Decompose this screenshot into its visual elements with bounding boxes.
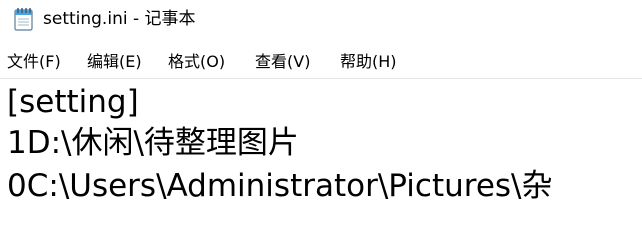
window-title: setting.ini - 记事本 — [43, 9, 196, 29]
editor-line[interactable]: [setting] — [7, 82, 139, 122]
menu-edit[interactable]: 编辑(E) — [87, 51, 142, 73]
menu-bar: 文件(F) 编辑(E) 格式(O) 查看(V) 帮助(H) — [0, 48, 642, 76]
notepad-icon — [13, 7, 35, 31]
menu-help[interactable]: 帮助(H) — [340, 51, 397, 73]
text-editor[interactable]: [setting] 1D:\休闲\待整理图片 0C:\Users\Adminis… — [0, 78, 642, 226]
title-bar[interactable]: setting.ini - 记事本 — [0, 0, 642, 38]
menu-view[interactable]: 查看(V) — [255, 51, 310, 73]
editor-line[interactable]: 0C:\Users\Administrator\Pictures\杂 — [7, 166, 552, 206]
menu-file[interactable]: 文件(F) — [7, 51, 61, 73]
editor-line[interactable]: 1D:\休闲\待整理图片 — [7, 123, 299, 163]
menu-format[interactable]: 格式(O) — [168, 51, 225, 73]
